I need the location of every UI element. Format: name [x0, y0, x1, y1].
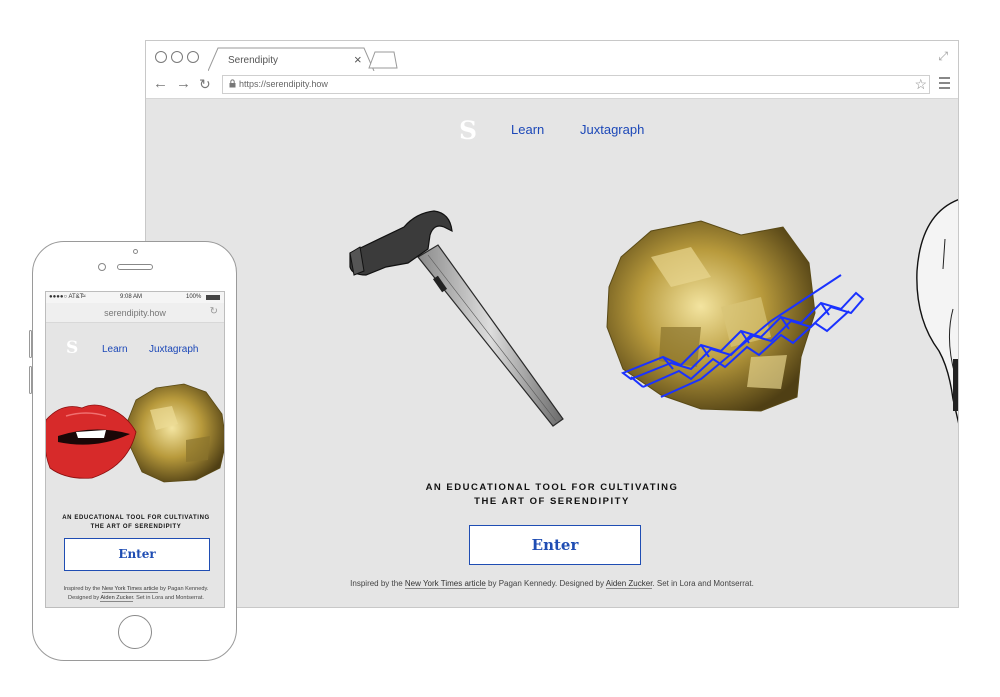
phone-url: serendipity.how — [104, 308, 166, 318]
mobile-credits-text: Inspired by the New York Times article b… — [46, 585, 224, 603]
phone-camera — [133, 249, 138, 254]
phone-mockup: ●●●●○ AT&T ≈ 9:08 AM 100% serendipity.ho… — [29, 241, 237, 661]
tab-close-icon[interactable]: × — [354, 52, 362, 67]
wifi-icon: ≈ — [82, 293, 86, 300]
site-logo[interactable]: S — [459, 116, 477, 145]
mobile-tagline: AN EDUCATIONAL TOOL FOR CULTIVATING THE … — [46, 514, 224, 532]
lock-icon — [229, 79, 236, 88]
phone-home-button[interactable] — [118, 615, 152, 649]
mobile-enter-button[interactable]: Enter — [64, 538, 210, 571]
mobile-credits-part: . Set in Lora and Montserrat. — [133, 595, 204, 601]
status-time: 9:08 AM — [120, 294, 143, 300]
page-tagline: AN EDUCATIONAL TOOL FOR CULTIVATING THE … — [402, 481, 702, 509]
nav-learn-link[interactable]: Learn — [511, 122, 544, 137]
mobile-nyt-article-link[interactable]: New York Times article — [101, 586, 159, 593]
hamburger-menu-icon[interactable] — [939, 77, 950, 92]
browser-window: Serendipity × ⤢ ← → ↻ https://serendipit… — [145, 40, 959, 608]
mobile-credits-line-2: Designed by Aiden Zucker. Set in Lora an… — [46, 594, 224, 603]
mobile-credits-line-1: Inspired by the New York Times article b… — [46, 585, 224, 594]
address-url: https://serendipity.how — [239, 79, 328, 89]
window-zoom-button[interactable] — [187, 51, 199, 63]
battery-icon — [206, 295, 220, 300]
pyrite-staircase-image — [606, 220, 865, 412]
mobile-nav-juxtagraph-link[interactable]: Juxtagraph — [149, 344, 198, 355]
back-arrow-icon[interactable]: ← — [153, 76, 168, 92]
hammer-image — [349, 210, 564, 427]
lips-pyrite-image — [46, 383, 224, 483]
reload-icon[interactable]: ↻ — [199, 76, 211, 92]
browser-tabbar: Serendipity × ⤢ — [146, 41, 958, 72]
mobile-nav-learn-link[interactable]: Learn — [102, 344, 128, 355]
designer-link[interactable]: Aiden Zucker — [605, 579, 653, 589]
phone-address-bar[interactable]: serendipity.how ↻ — [46, 303, 224, 323]
window-minimize-button[interactable] — [171, 51, 183, 63]
battery-percent: 100% — [186, 294, 202, 300]
credits-part-3: . Set in Lora and Montserrat. — [652, 579, 754, 588]
phone-side-button — [29, 366, 32, 394]
mobile-credits-part: by Pagan Kennedy. — [158, 586, 209, 592]
credits-part-1: Inspired by the — [350, 579, 405, 588]
credits-text: Inspired by the New York Times article b… — [246, 579, 858, 589]
mobile-credits-part: Inspired by the — [63, 586, 102, 592]
tagline-line-1: AN EDUCATIONAL TOOL FOR CULTIVATING — [425, 482, 679, 493]
fullscreen-icon[interactable]: ⤢ — [938, 49, 948, 64]
mobile-tagline-line-2: THE ART OF SERENDIPITY — [90, 524, 182, 530]
phone-speaker — [117, 264, 153, 270]
phone-reload-icon[interactable]: ↻ — [210, 306, 218, 317]
mobile-designer-link[interactable]: Aiden Zucker — [100, 595, 134, 602]
new-tab-button[interactable] — [368, 51, 398, 69]
mobile-tagline-line-1: AN EDUCATIONAL TOOL FOR CULTIVATING — [62, 515, 210, 521]
browser-tab[interactable]: Serendipity × — [208, 47, 376, 72]
carrier-signal: ●●●●○ AT&T — [49, 294, 84, 300]
forward-arrow-icon[interactable]: → — [176, 76, 191, 92]
enter-button[interactable]: Enter — [469, 525, 641, 565]
page-viewport: S Learn Juxtagraph AN EDUCATIONAL TOOL F… — [146, 99, 958, 607]
phone-front-camera — [98, 263, 106, 271]
credits-part-2: by Pagan Kennedy. Designed by — [485, 579, 606, 588]
phone-side-button — [29, 330, 32, 358]
mobile-credits-part: Designed by — [68, 595, 101, 601]
phone-screen: ●●●●○ AT&T ≈ 9:08 AM 100% serendipity.ho… — [45, 291, 225, 608]
nyt-article-link[interactable]: New York Times article — [404, 579, 486, 589]
address-bar[interactable]: https://serendipity.how ☆ — [222, 75, 930, 94]
tagline-line-2: THE ART OF SERENDIPITY — [474, 496, 630, 507]
bookmark-star-icon[interactable]: ☆ — [914, 76, 927, 92]
lightbulb-image — [916, 199, 958, 424]
window-close-button[interactable] — [155, 51, 167, 63]
tab-title: Serendipity — [228, 55, 279, 66]
phone-status-bar: ●●●●○ AT&T ≈ 9:08 AM 100% — [46, 292, 224, 303]
mobile-site-logo[interactable]: S — [66, 338, 78, 358]
browser-toolbar: ← → ↻ https://serendipity.how ☆ — [146, 71, 958, 99]
nav-juxtagraph-link[interactable]: Juxtagraph — [580, 122, 644, 137]
